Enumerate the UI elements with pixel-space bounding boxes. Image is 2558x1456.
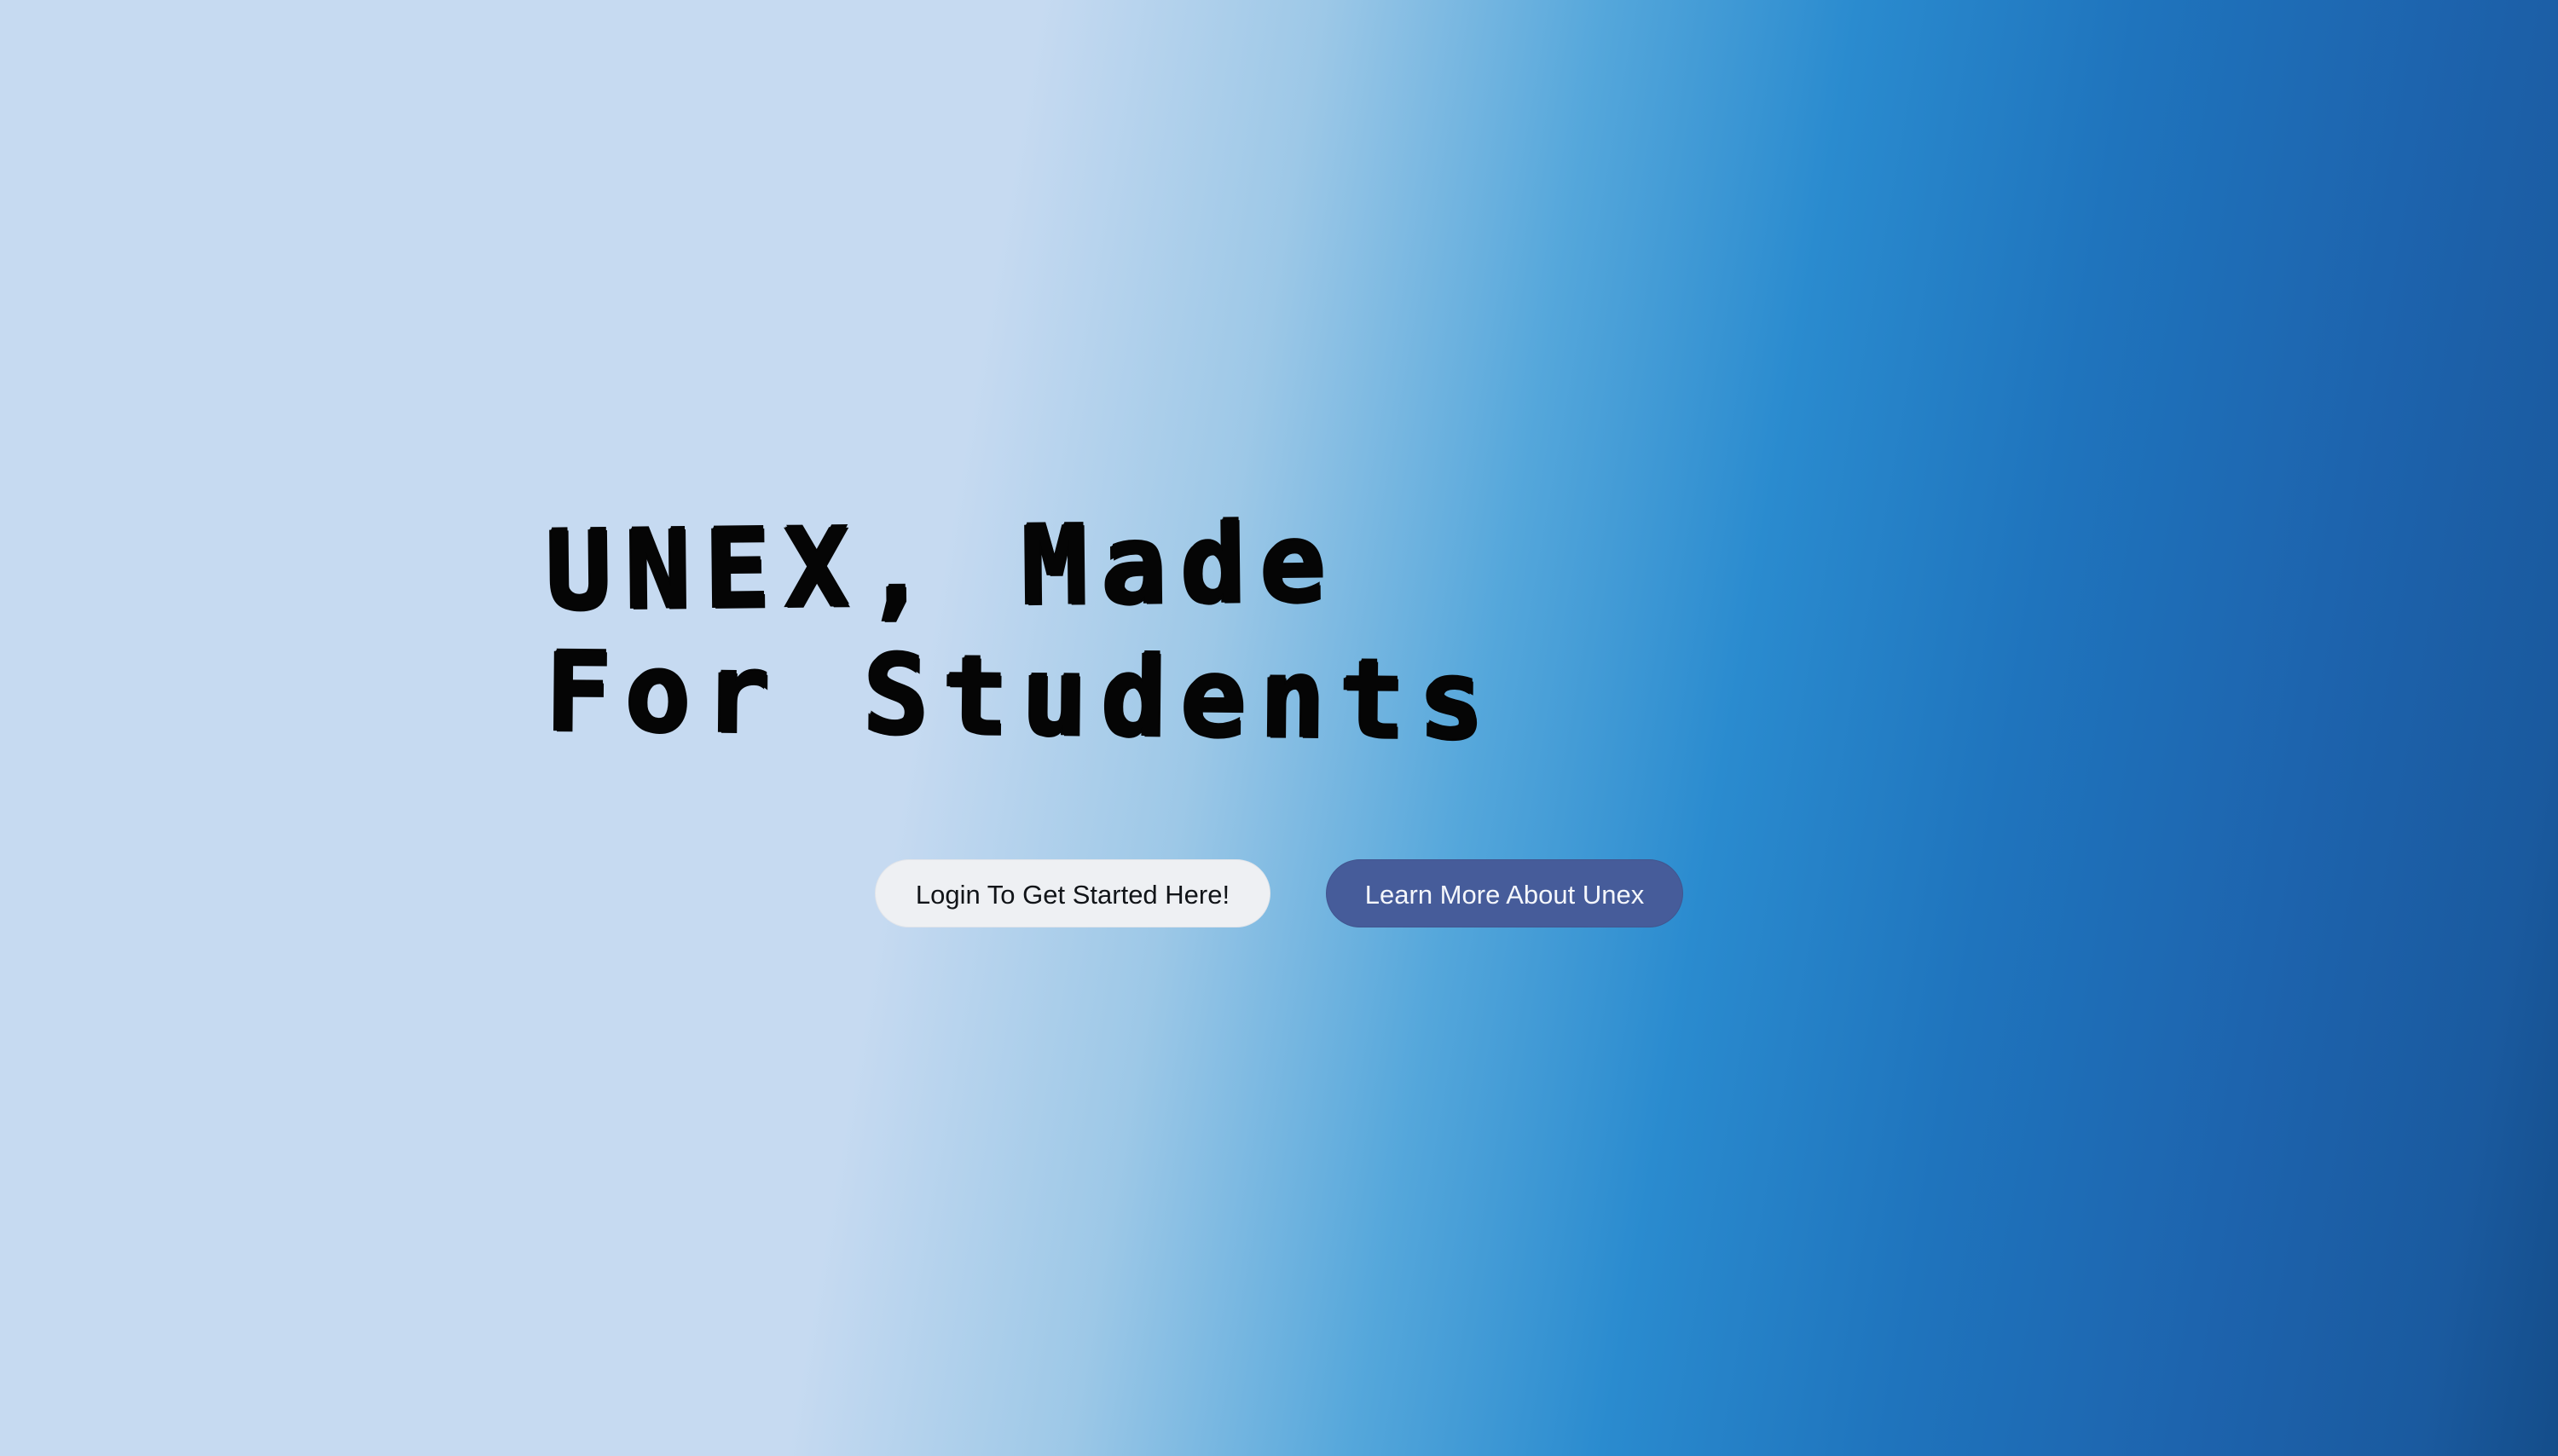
hero-section: UNEX, Made For Students Login To Get Sta…	[0, 0, 2558, 1456]
hero-headline: UNEX, Made For Students	[545, 500, 2029, 764]
hero-actions: Login To Get Started Here! Learn More Ab…	[0, 859, 2558, 929]
headline-line-1: UNEX, Made	[545, 500, 1340, 635]
learn-more-button[interactable]: Learn More About Unex	[1326, 859, 1683, 927]
login-button[interactable]: Login To Get Started Here!	[875, 859, 1270, 927]
headline-line-2: For Students	[545, 629, 1499, 765]
